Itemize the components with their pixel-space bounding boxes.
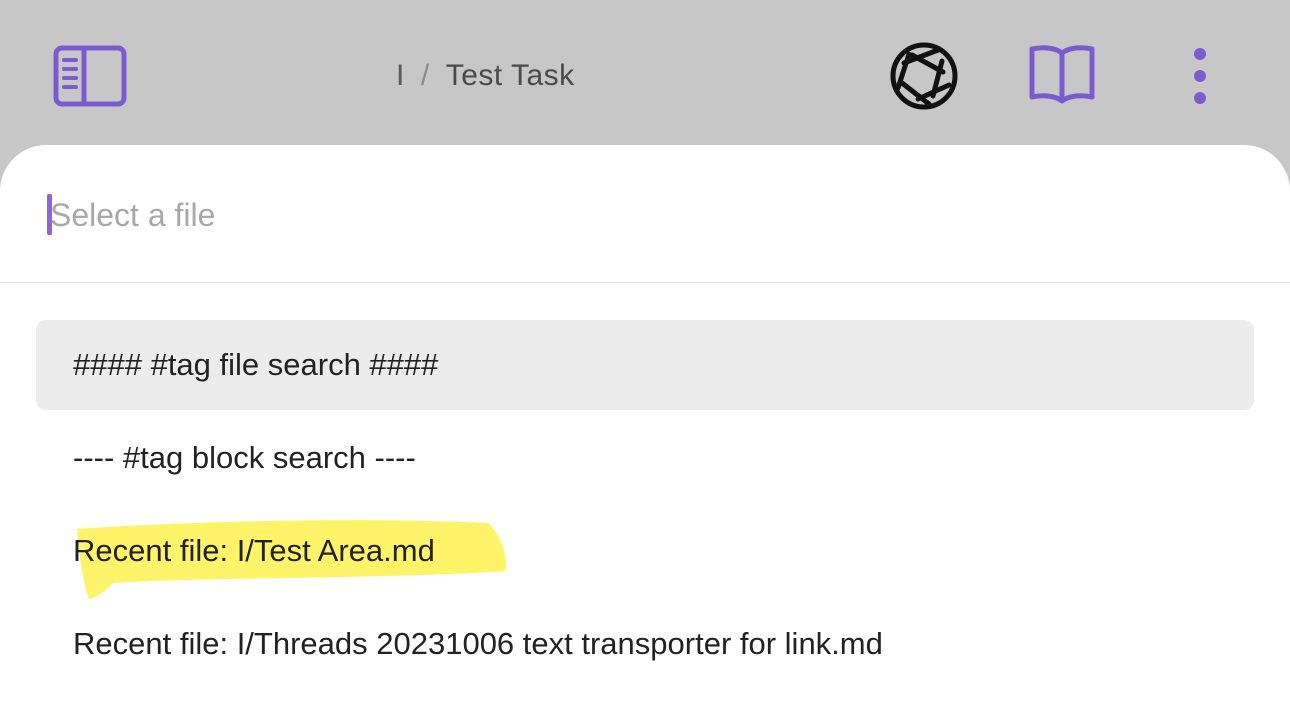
list-item-label: Recent file: I/Test Area.md <box>73 533 435 568</box>
list-item-tag-block-search[interactable]: ---- #tag block search ---- <box>36 413 1254 503</box>
search-row <box>0 145 1290 283</box>
reading-mode-button[interactable] <box>1024 40 1100 110</box>
breadcrumb-folder[interactable]: I <box>396 59 405 93</box>
highlighted-text: Recent file: I/Test Area.md <box>73 520 507 599</box>
camera-aperture-icon <box>890 42 958 110</box>
more-options-button[interactable] <box>1180 44 1220 108</box>
results-list: #### #tag file search #### ---- #tag blo… <box>0 320 1290 692</box>
list-item-label: Recent file: I/Threads 20231006 text tra… <box>73 626 883 661</box>
file-search-input[interactable] <box>50 189 1230 241</box>
top-bar: I / Test Task <box>0 0 1290 150</box>
sidebar-toggle-button[interactable] <box>50 42 130 110</box>
list-item-label: #### #tag file search #### <box>73 347 439 382</box>
list-item-label: ---- #tag block search ---- <box>73 440 416 475</box>
breadcrumb-current-note[interactable]: Test Task <box>446 59 575 93</box>
list-item-tag-file-search[interactable]: #### #tag file search #### <box>36 320 1254 410</box>
book-open-icon <box>1029 45 1095 104</box>
breadcrumb-separator: / <box>420 59 430 92</box>
text-caret <box>47 194 52 235</box>
more-vertical-icon <box>1194 48 1206 104</box>
sidebar-toggle-icon <box>53 45 127 107</box>
list-item-recent-file[interactable]: Recent file: I/Threads 20231006 text tra… <box>36 599 1254 689</box>
file-picker-sheet: #### #tag file search #### ---- #tag blo… <box>0 145 1290 703</box>
camera-button[interactable] <box>886 38 962 114</box>
breadcrumb: I / Test Task <box>396 56 575 96</box>
list-item-recent-file[interactable]: Recent file: I/Test Area.md <box>36 506 1254 599</box>
